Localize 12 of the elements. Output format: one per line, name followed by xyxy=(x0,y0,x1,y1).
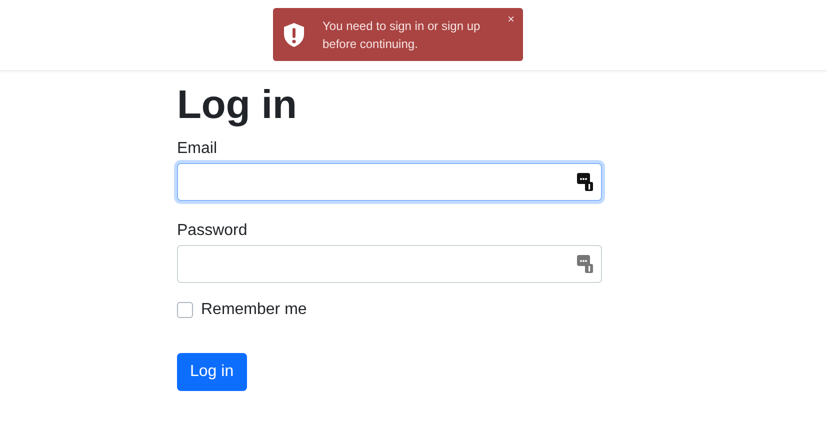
shield-alert-icon xyxy=(282,22,304,48)
close-button[interactable]: × xyxy=(507,12,514,26)
password-manager-icon[interactable] xyxy=(577,173,593,191)
checkbox-label: Remember me xyxy=(201,301,307,319)
field-label: Email xyxy=(177,139,218,159)
input-field[interactable] xyxy=(177,245,602,283)
checkbox[interactable] xyxy=(177,302,193,318)
page-title: Log in xyxy=(177,83,298,127)
toast-message: You need to sign in or sign up before continuing. xyxy=(322,18,482,52)
login-button[interactable]: Log in xyxy=(177,353,247,391)
input-field[interactable] xyxy=(177,163,602,201)
field-label: Password xyxy=(177,221,248,241)
